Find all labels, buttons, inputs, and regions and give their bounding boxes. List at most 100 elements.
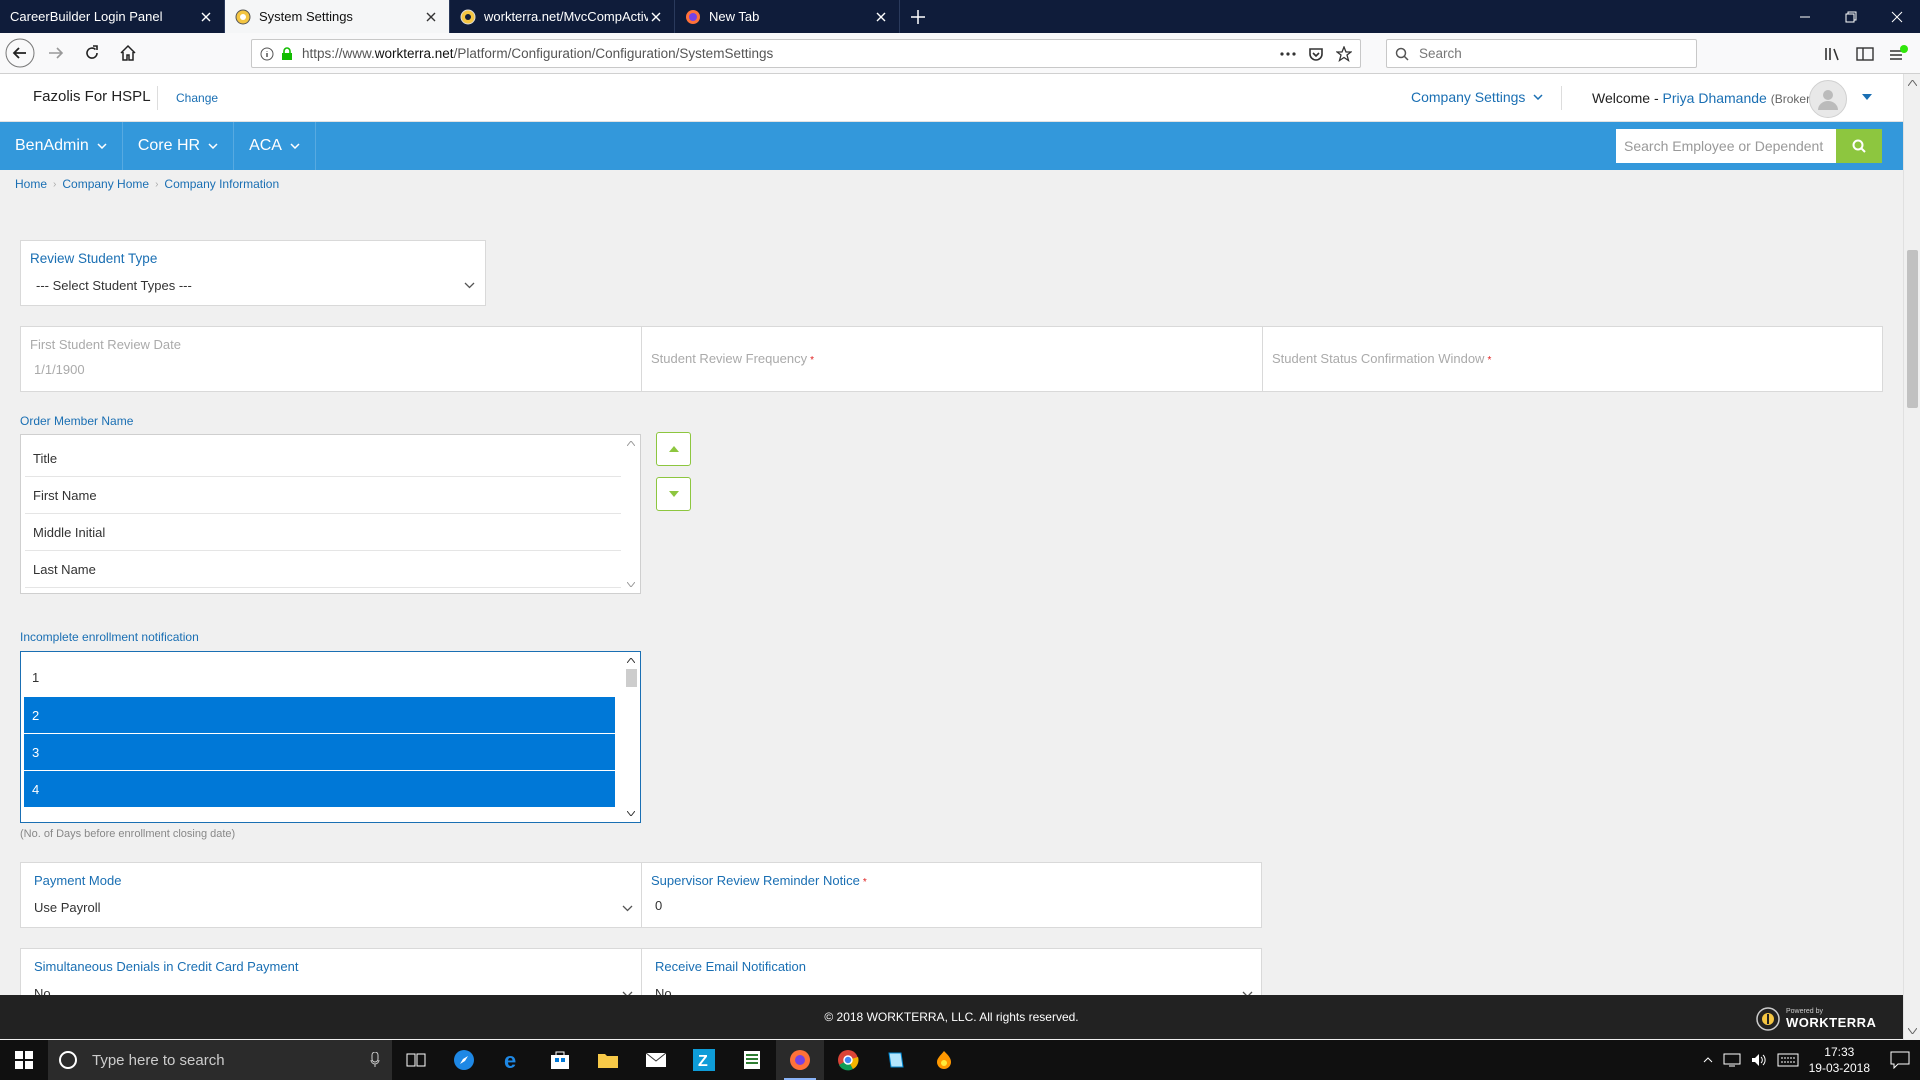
list-item[interactable]: 3 <box>24 734 615 770</box>
file-explorer-icon[interactable] <box>584 1040 632 1080</box>
breadcrumb-home[interactable]: Home <box>15 177 47 191</box>
restore-button[interactable] <box>1828 0 1874 33</box>
excel-icon[interactable] <box>728 1040 776 1080</box>
payment-mode-field[interactable]: Payment Mode Use Payroll <box>21 863 642 927</box>
list-item[interactable]: Last Name <box>25 552 621 588</box>
status-window-field[interactable]: Student Status Confirmation Window * <box>1263 327 1882 391</box>
start-button[interactable] <box>0 1040 48 1080</box>
sidebar-icon[interactable] <box>1856 46 1874 62</box>
company-settings-dropdown[interactable]: Company Settings <box>1411 89 1543 105</box>
edge-icon[interactable]: e <box>488 1040 536 1080</box>
menu-benadmin[interactable]: BenAdmin <box>0 122 123 170</box>
close-window-button[interactable] <box>1874 0 1920 33</box>
notepad-icon[interactable] <box>872 1040 920 1080</box>
volume-icon[interactable] <box>1751 1053 1767 1067</box>
back-button[interactable] <box>4 37 36 69</box>
library-icon[interactable] <box>1824 46 1842 62</box>
supervisor-notice-label: Supervisor Review Reminder Notice <box>651 873 860 888</box>
chevron-down-icon <box>622 905 633 912</box>
change-company-link[interactable]: Change <box>176 91 218 105</box>
list-item[interactable]: Title <box>25 441 621 477</box>
browser-search-bar[interactable]: Search <box>1386 39 1697 68</box>
employee-search-button[interactable] <box>1836 129 1882 163</box>
list-scrollbar[interactable] <box>622 435 640 593</box>
clock[interactable]: 17:33 19-03-2018 <box>1809 1044 1870 1076</box>
scroll-up-icon[interactable] <box>627 658 635 663</box>
scroll-thumb[interactable] <box>1907 250 1918 408</box>
receive-email-field[interactable]: Receive Email Notification No <box>642 949 1261 995</box>
triangle-up-icon <box>668 446 679 452</box>
forward-button[interactable] <box>40 37 72 69</box>
browser-search-placeholder: Search <box>1419 46 1462 61</box>
menu-label: ACA <box>249 137 282 154</box>
home-button[interactable] <box>112 37 144 69</box>
list-item[interactable]: 1 <box>24 659 615 695</box>
move-down-button[interactable] <box>656 477 691 511</box>
close-icon[interactable] <box>648 9 664 25</box>
firefox-nightly-icon[interactable] <box>920 1040 968 1080</box>
list-scrollbar[interactable] <box>622 652 640 822</box>
tab-system-settings[interactable]: System Settings <box>225 0 450 33</box>
employee-search-input[interactable]: Search Employee or Dependent <box>1616 129 1837 163</box>
breadcrumb-company-information[interactable]: Company Information <box>164 177 279 191</box>
notifications-icon[interactable] <box>1890 1051 1910 1069</box>
menu-update-icon[interactable] <box>1888 44 1908 63</box>
review-frequency-field[interactable]: Student Review Frequency * <box>642 327 1263 391</box>
close-icon[interactable] <box>873 9 889 25</box>
user-name[interactable]: Priya Dhamande <box>1663 90 1767 106</box>
review-student-type-select[interactable]: --- Select Student Types --- <box>25 271 481 299</box>
reload-button[interactable] <box>76 37 108 69</box>
scroll-up-icon[interactable] <box>1908 80 1917 86</box>
menu-core-hr[interactable]: Core HR <box>123 122 235 170</box>
tab-workterra-mvc[interactable]: workterra.net/MvcCompActiv <box>450 0 675 33</box>
caret-down-icon[interactable] <box>1862 94 1872 100</box>
list-item[interactable]: Middle Initial <box>25 515 621 551</box>
network-icon[interactable] <box>1723 1053 1741 1067</box>
taskbar-search-box[interactable]: Type here to search <box>48 1040 392 1080</box>
page-scrollbar[interactable] <box>1903 74 1920 1040</box>
keyboard-icon[interactable] <box>1777 1053 1799 1067</box>
scroll-thumb[interactable] <box>626 669 637 687</box>
close-icon[interactable] <box>423 9 439 25</box>
menu-aca[interactable]: ACA <box>234 122 316 170</box>
select-value: --- Select Student Types --- <box>36 278 192 293</box>
new-tab-button[interactable] <box>900 0 936 33</box>
list-item[interactable]: 2 <box>24 697 615 733</box>
page-footer: © 2018 WORKTERRA, LLC. All rights reserv… <box>0 995 1903 1039</box>
list-item[interactable]: First Name <box>25 478 621 514</box>
firefox-taskbar-icon[interactable] <box>776 1040 824 1080</box>
supervisor-notice-field[interactable]: Supervisor Review Reminder Notice * 0 <box>642 863 1261 927</box>
scroll-up-icon[interactable] <box>627 441 635 446</box>
move-up-button[interactable] <box>656 432 691 466</box>
tab-careerbuilder[interactable]: CareerBuilder Login Panel <box>0 0 225 33</box>
chevron-up-icon[interactable] <box>1703 1057 1713 1063</box>
task-view-icon[interactable] <box>392 1040 440 1080</box>
tab-new-tab[interactable]: New Tab <box>675 0 900 33</box>
scroll-down-icon[interactable] <box>1908 1028 1917 1034</box>
scroll-down-icon[interactable] <box>627 811 635 816</box>
breadcrumb-company-home[interactable]: Company Home <box>62 177 149 191</box>
microphone-icon[interactable] <box>370 1052 380 1068</box>
zoom-app-icon[interactable]: Z <box>680 1040 728 1080</box>
incomplete-notify-multiselect[interactable]: 1 2 3 4 <box>20 651 641 823</box>
bookmark-star-icon[interactable] <box>1336 45 1352 62</box>
scroll-down-icon[interactable] <box>627 582 635 587</box>
minimize-button[interactable] <box>1782 0 1828 33</box>
url-text[interactable]: https://www.workterra.net/Platform/Confi… <box>302 46 773 61</box>
mail-icon[interactable] <box>632 1040 680 1080</box>
pocket-icon[interactable] <box>1308 46 1324 62</box>
store-icon[interactable] <box>536 1040 584 1080</box>
order-member-list[interactable]: Title First Name Middle Initial Last Nam… <box>20 434 641 594</box>
avatar[interactable] <box>1809 80 1847 118</box>
chrome-icon[interactable] <box>824 1040 872 1080</box>
info-icon[interactable] <box>260 47 274 61</box>
divider <box>157 86 158 110</box>
more-actions-icon[interactable] <box>1280 51 1296 57</box>
list-item[interactable]: 4 <box>24 771 615 807</box>
close-icon[interactable] <box>198 9 214 25</box>
url-bar[interactable]: https://www.workterra.net/Platform/Confi… <box>251 39 1361 68</box>
browser-navbar: https://www.workterra.net/Platform/Confi… <box>0 33 1920 74</box>
simultaneous-denials-field[interactable]: Simultaneous Denials in Credit Card Paym… <box>21 949 642 995</box>
safari-compass-icon[interactable] <box>440 1040 488 1080</box>
user-role: (Broker) <box>1770 92 1815 106</box>
